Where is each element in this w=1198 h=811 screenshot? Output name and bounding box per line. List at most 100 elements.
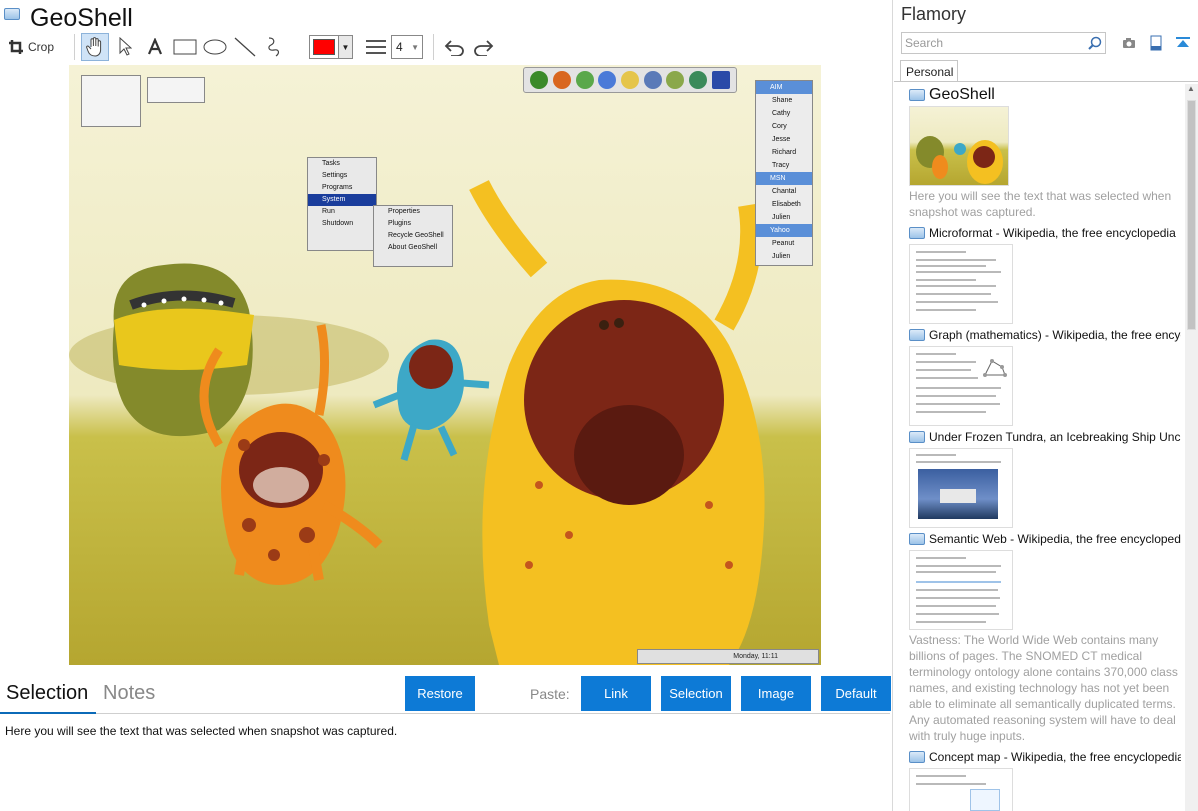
toolbar-divider (74, 34, 76, 60)
buddy: Tracy (772, 162, 790, 169)
desktop-thumbnail (147, 77, 205, 103)
snapshot-list: GeoShell Here you will see the text that… (909, 86, 1181, 811)
selection-text[interactable]: Here you will see the text that was sele… (5, 724, 397, 738)
hand-tool-button[interactable] (81, 33, 110, 61)
tab-divider (0, 713, 890, 714)
title-bar: GeoShell (4, 4, 133, 32)
item-title[interactable]: Semantic Web - Wikipedia, the free encyc… (929, 532, 1181, 546)
color-picker[interactable]: ▼ (309, 35, 354, 59)
item-description: Here you will see the text that was sele… (909, 189, 1172, 219)
item-thumbnail[interactable] (909, 106, 1009, 186)
sidebar-scrollbar[interactable]: ▲ (1185, 84, 1198, 811)
list-item[interactable]: GeoShell Here you will see the text that… (909, 86, 1181, 220)
snapshot-title: GeoShell (30, 3, 133, 32)
start-menu-item: Programs (322, 184, 353, 191)
tab-selection[interactable]: Selection (6, 682, 88, 705)
system-submenu: Properties Plugins Recycle GeoShell Abou… (373, 205, 453, 267)
undo-button[interactable] (440, 33, 468, 61)
item-thumbnail[interactable] (909, 346, 1013, 426)
text-icon (148, 38, 163, 55)
crop-label: Crop (28, 40, 55, 54)
redo-button[interactable] (470, 33, 498, 61)
list-item[interactable]: Semantic Web - Wikipedia, the free encyc… (909, 530, 1181, 744)
eject-icon[interactable] (1174, 34, 1192, 52)
paste-selection-button[interactable]: Selection (661, 676, 731, 711)
submenu-item: Recycle GeoShell (388, 232, 444, 239)
item-thumbnail[interactable] (909, 768, 1013, 811)
word-icon (711, 71, 730, 89)
buddy: Jesse (772, 136, 791, 143)
list-item[interactable]: Microformat - Wikipedia, the free encycl… (909, 224, 1181, 324)
desktop-thumbnail (81, 75, 141, 127)
snapshot-pane: GeoShell Crop ▼ 4 ▼ Tasks Settings Progr… (0, 0, 893, 811)
quick-launch-bar (523, 67, 737, 93)
scroll-thumb[interactable] (1187, 100, 1196, 330)
list-item[interactable]: Under Frozen Tundra, an Icebreaking Ship… (909, 428, 1181, 528)
item-title[interactable]: Graph (mathematics) - Wikipedia, the fre… (929, 328, 1181, 342)
crop-button[interactable]: Crop (4, 33, 60, 61)
paste-default-button[interactable]: Default (821, 676, 891, 711)
undo-icon (444, 40, 464, 56)
paste-image-button[interactable]: Image (741, 676, 811, 711)
item-thumbnail[interactable] (909, 244, 1013, 324)
search-box[interactable]: Search (901, 32, 1106, 54)
buddy: Julien (772, 214, 791, 221)
document-icon[interactable] (1147, 34, 1165, 52)
list-item[interactable]: Concept map - Wikipedia, the free encycl… (909, 748, 1181, 811)
buddy-group: MSN (756, 172, 812, 185)
item-title[interactable]: Microformat - Wikipedia, the free encycl… (929, 226, 1181, 240)
flamory-sidebar: Flamory Search Personal ▲ GeoShell Here … (894, 0, 1198, 811)
line-tool-button[interactable] (231, 33, 259, 61)
rectangle-tool-button[interactable] (171, 33, 199, 61)
taskbar-clock: Monday, 11:11 (733, 653, 778, 660)
item-title[interactable]: Concept map - Wikipedia, the free encycl… (929, 750, 1181, 764)
annotation-toolbar: Crop ▼ 4 ▼ (4, 32, 890, 62)
rectangle-icon (173, 39, 197, 55)
item-title[interactable]: Under Frozen Tundra, an Icebreaking Ship… (929, 430, 1181, 444)
page-icon (909, 89, 925, 101)
text-tool-button[interactable] (141, 33, 169, 61)
buddy-group: AIM (756, 81, 812, 94)
search-icon[interactable] (1085, 36, 1105, 50)
list-item[interactable]: Graph (mathematics) - Wikipedia, the fre… (909, 326, 1181, 426)
page-icon (909, 431, 925, 443)
pointer-icon (119, 37, 133, 56)
tab-notes[interactable]: Notes (103, 682, 155, 705)
buddy: Peanut (772, 240, 795, 247)
details-tabs: Selection Notes Restore Paste: Link Sele… (0, 676, 893, 714)
brand-name: Flamory (901, 4, 967, 24)
media-icon (575, 71, 594, 89)
paste-link-button[interactable]: Link (581, 676, 651, 711)
select-tool-button[interactable] (111, 33, 139, 61)
line-width-icon (365, 33, 387, 61)
item-thumbnail[interactable] (909, 550, 1013, 630)
item-title[interactable]: GeoShell (929, 86, 1181, 104)
app-window: GeoShell Crop ▼ 4 ▼ Tasks Settings Progr… (0, 0, 1198, 811)
recycle-icon (688, 71, 707, 89)
chevron-down-icon: ▼ (411, 42, 420, 52)
start-menu-item: Settings (322, 172, 348, 179)
buddy: Cathy (772, 110, 791, 117)
page-icon (909, 227, 925, 239)
snapshot-image[interactable]: Tasks Settings Programs System Run Shutd… (69, 65, 821, 665)
item-description: Vastness: The World Wide Web contains ma… (909, 633, 1178, 743)
camera-icon[interactable] (1120, 34, 1138, 52)
submenu-item: Properties (388, 208, 420, 215)
buddy: Chantal (772, 188, 797, 195)
scroll-up-icon[interactable]: ▲ (1187, 84, 1195, 93)
line-icon (234, 37, 256, 57)
freehand-icon (268, 37, 280, 57)
hand-icon (86, 37, 102, 57)
monsters-illustration (69, 180, 765, 665)
tab-personal[interactable]: Personal (900, 60, 958, 82)
start-menu: Tasks Settings Programs System Run Shutd… (307, 157, 377, 251)
mail-icon (620, 71, 639, 89)
restore-button[interactable]: Restore (405, 676, 475, 711)
line-width-select[interactable]: 4 ▼ (391, 35, 424, 59)
search-input[interactable]: Search (902, 36, 1085, 50)
ellipse-tool-button[interactable] (201, 33, 229, 61)
chevron-down-icon: ▼ (338, 36, 353, 58)
page-icon (909, 533, 925, 545)
item-thumbnail[interactable] (909, 448, 1013, 528)
freehand-tool-button[interactable] (261, 33, 289, 61)
